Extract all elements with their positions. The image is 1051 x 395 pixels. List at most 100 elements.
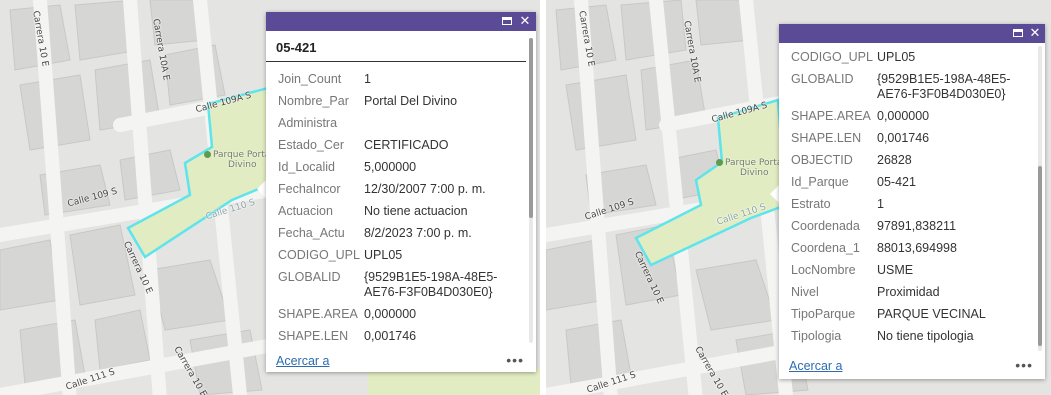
attribute-value: 5,000000 — [364, 159, 417, 174]
attribute-row: Coordenada 97891,838211 — [791, 215, 1035, 237]
attribute-value: 8/2/2023 7:00 p. m. — [364, 225, 472, 240]
popup-scrollbar[interactable] — [529, 38, 533, 343]
attribute-key: OBJECTID — [791, 152, 853, 167]
attribute-value: 0,001746 — [364, 328, 417, 343]
feature-popup: ✕ 05-421 Join_Count 1 Nombre_Par Portal De… — [266, 12, 536, 372]
attribute-value: {9529B1E5-198A-48E5-AE76-F3F0B4D030E0} — [364, 269, 498, 299]
close-icon: ✕ — [519, 13, 531, 28]
attribute-row: Coordena_1 88013,694998 — [791, 237, 1035, 259]
map-view-left[interactable]: Carrera 10 E Carrera 10A E Calle 109A S … — [0, 0, 540, 395]
park-icon — [716, 159, 723, 166]
attribute-value: 97891,838211 — [877, 218, 957, 233]
maximize-icon — [502, 17, 512, 25]
attribute-key: TipoParque — [791, 306, 856, 321]
attribute-row: Actuacion No tiene actuacion — [278, 200, 526, 222]
attribute-value: 12/30/2007 7:00 p. m. — [364, 181, 486, 196]
attribute-key: Administra — [278, 115, 338, 130]
attribute-row: Join_Count 1 — [278, 68, 526, 90]
attribute-row: Estado_Cer CERTIFICADO — [278, 134, 526, 156]
attribute-key: Nivel — [791, 284, 819, 299]
attribute-row: SHAPE.AREA 0,000000 — [791, 105, 1035, 127]
more-icon[interactable]: ••• — [1015, 357, 1033, 373]
attribute-key: SHAPE.AREA — [278, 306, 358, 321]
attribute-key: SHAPE.AREA — [791, 108, 871, 123]
attribute-value: 0,001746 — [877, 130, 930, 145]
attribute-key: SHAPE.LEN — [278, 328, 349, 343]
attribute-row: GLOBALID {9529B1E5-198A-48E5-AE76-F3F0B4D… — [278, 266, 526, 303]
attribute-table: Join_Count 1 Nombre_Par Portal Del Divino … — [266, 62, 526, 349]
attribute-row: CODIGO_UPL UPL05 — [791, 46, 1035, 68]
attribute-key: Estrato — [791, 196, 831, 211]
attribute-value: UPL05 — [877, 49, 916, 64]
attribute-key: Actuacion — [278, 203, 333, 218]
attribute-value: Portal Del Divino — [364, 93, 458, 108]
attribute-key: Fecha_Actu — [278, 225, 345, 240]
popup-content[interactable]: 05-421 Join_Count 1 Nombre_Par Portal Del … — [266, 31, 526, 349]
maximize-button[interactable] — [1011, 26, 1025, 40]
attribute-value: 05-421 — [877, 174, 916, 189]
attribute-key: GLOBALID — [278, 269, 341, 284]
attribute-row: CODIGO_UPL UPL05 — [278, 244, 526, 266]
attribute-key: CODIGO_UPL — [791, 49, 873, 64]
popup-footer: Acercar a ••• — [266, 350, 536, 372]
attribute-key: Id_Localid — [278, 159, 335, 174]
attribute-key: Coordena_1 — [791, 240, 860, 255]
attribute-key: SHAPE.LEN — [791, 130, 862, 145]
map-view-right[interactable]: Carrera 10 E Carrera 10A E Calle 109A S … — [546, 0, 1051, 395]
park-icon — [204, 151, 211, 158]
attribute-key: CODIGO_UPL — [278, 247, 360, 262]
zoom-to-link[interactable]: Acercar a — [276, 354, 330, 368]
attribute-value: UPL05 — [364, 247, 403, 262]
attribute-value: No tiene actuacion — [364, 203, 468, 218]
attribute-key: FechaIncor — [278, 181, 341, 196]
more-icon[interactable]: ••• — [506, 352, 524, 368]
attribute-row: SHAPE.LEN 0,001746 — [278, 325, 526, 347]
attribute-row: OBJECTID 26828 — [791, 149, 1035, 171]
attribute-row: TipoParque PARQUE VECINAL — [791, 303, 1035, 325]
popup-title: 05-421 — [266, 31, 526, 62]
attribute-key: Estado_Cer — [278, 137, 345, 152]
attribute-row: Nivel Proximidad — [791, 281, 1035, 303]
attribute-value — [364, 116, 526, 131]
close-button[interactable]: ✕ — [518, 14, 532, 28]
attribute-row: LocNombre USME — [791, 259, 1035, 281]
maximize-button[interactable] — [500, 14, 514, 28]
popup-scrollbar[interactable] — [1038, 46, 1042, 351]
attribute-row: Tipologia No tiene tipologia — [791, 325, 1035, 347]
attribute-value: 1 — [877, 196, 884, 211]
attribute-key: GLOBALID — [791, 71, 854, 86]
attribute-key: LocNombre — [791, 262, 856, 277]
attribute-value: 1 — [364, 71, 371, 86]
attribute-key: Id_Parque — [791, 174, 849, 189]
attribute-value: 26828 — [877, 152, 912, 167]
attribute-value: 0,000000 — [364, 306, 417, 321]
attribute-key: Nombre_Par — [278, 93, 349, 108]
attribute-row: Id_Parque 05-421 — [791, 171, 1035, 193]
attribute-value: USME — [877, 262, 914, 277]
scrollbar-thumb[interactable] — [529, 38, 533, 218]
attribute-value: PARQUE VECINAL — [877, 306, 986, 321]
popup-header: ✕ — [266, 12, 536, 31]
close-button[interactable]: ✕ — [1028, 26, 1042, 40]
attribute-row: Estrato 1 — [791, 193, 1035, 215]
attribute-value: Proximidad — [877, 284, 940, 299]
attribute-row: Nombre_Par Portal Del Divino — [278, 90, 526, 112]
attribute-value: {9529B1E5-198A-48E5-AE76-F3F0B4D030E0} — [877, 71, 1011, 101]
attribute-row: OBJECTID26828 — [278, 347, 526, 349]
attribute-row: GLOBALID {9529B1E5-198A-48E5-AE76-F3F0B4D… — [791, 68, 1035, 105]
attribute-value: 0,000000 — [877, 108, 930, 123]
attribute-key: Join_Count — [278, 71, 342, 86]
popup-content[interactable]: CODIGO_UPL UPL05 GLOBALID {9529B1E5-198A-4… — [779, 43, 1035, 353]
attribute-value: No tiene tipologia — [877, 328, 974, 343]
attribute-row: SHAPE.LEN 0,001746 — [791, 127, 1035, 149]
attribute-table: CODIGO_UPL UPL05 GLOBALID {9529B1E5-198A-4… — [779, 43, 1035, 347]
attribute-value: CERTIFICADO — [364, 137, 449, 152]
attribute-row: Administra — [278, 112, 526, 134]
attribute-key: Tipologia — [791, 328, 842, 343]
maximize-icon — [1013, 29, 1023, 37]
scrollbar-thumb[interactable] — [1038, 166, 1042, 346]
zoom-to-link[interactable]: Acercar a — [789, 359, 843, 373]
attribute-row: SHAPE.AREA 0,000000 — [278, 303, 526, 325]
attribute-row: Id_Localid 5,000000 — [278, 156, 526, 178]
attribute-key: Coordenada — [791, 218, 860, 233]
